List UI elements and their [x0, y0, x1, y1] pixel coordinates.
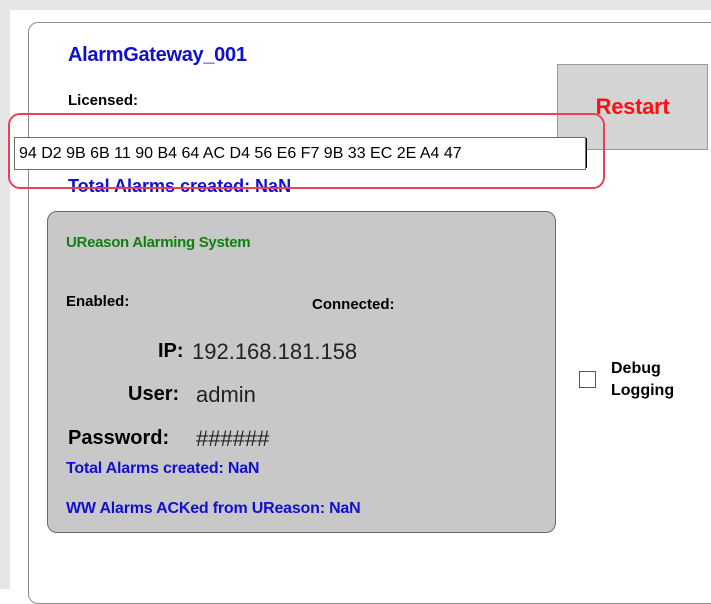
window-top-edge — [0, 0, 711, 10]
window-left-edge — [0, 10, 10, 589]
user-label: User: — [128, 383, 180, 405]
gateway-title: AlarmGateway_001 — [68, 44, 247, 66]
licensed-label: Licensed: — [68, 92, 139, 109]
enabled-label: Enabled: — [66, 293, 130, 310]
connected-label: Connected: — [312, 296, 395, 313]
ureason-title: UReason Alarming System — [66, 234, 251, 251]
ip-value[interactable]: 192.168.181.158 — [192, 339, 357, 365]
restart-button-label: Restart — [595, 94, 670, 119]
debug-label-line2: Logging — [611, 382, 675, 399]
ureason-group-box — [47, 211, 556, 533]
password-value[interactable]: ###### — [196, 426, 269, 452]
password-label: Password: — [68, 427, 170, 449]
ip-label: IP: — [158, 340, 184, 362]
debug-logging-checkbox[interactable] — [579, 371, 596, 388]
debug-label-line1: Debug — [611, 360, 661, 377]
ureason-total-alarms: Total Alarms created: NaN — [66, 460, 260, 477]
debug-logging-label[interactable]: Debug Logging — [611, 358, 674, 402]
highlight-outline — [8, 113, 605, 189]
user-value[interactable]: admin — [196, 382, 256, 408]
ureason-acked-alarms: WW Alarms ACKed from UReason: NaN — [66, 500, 361, 517]
